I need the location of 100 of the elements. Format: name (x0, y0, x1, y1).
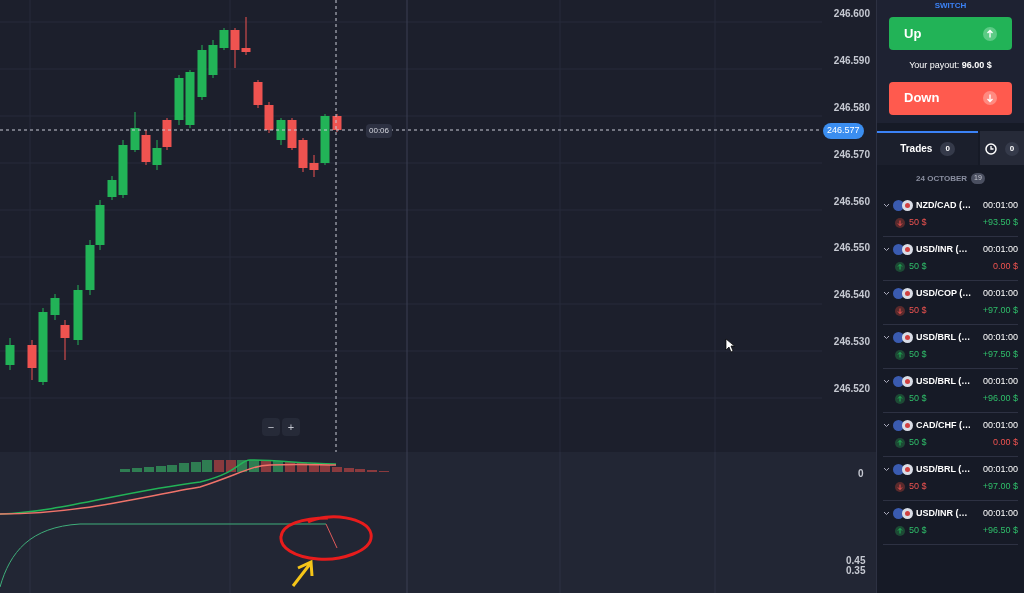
flag-pair-icon (893, 419, 913, 431)
pair-name: NZD/CAD (… (916, 198, 971, 212)
count-badge: 0 (1004, 141, 1020, 156)
trade-item[interactable]: CAD/CHF (… 00:01:00 50 $ 0.00 $ (883, 412, 1018, 457)
histogram-bar (202, 460, 212, 472)
trade-amount: 50 $ (909, 304, 927, 317)
down-arrow-icon (983, 91, 997, 105)
trade-amount: 50 $ (909, 524, 927, 537)
trade-amount: 50 $ (909, 216, 927, 229)
up-arrow-icon (983, 26, 997, 41)
clock-icon (984, 142, 997, 155)
chevron-down-icon (883, 510, 890, 516)
indicator-zero-label: 0 (858, 467, 864, 481)
candle (162, 117, 172, 151)
candle (253, 79, 263, 109)
candle (130, 111, 140, 153)
candle (174, 74, 184, 126)
candle (241, 16, 251, 56)
trade-item[interactable]: NZD/CAD (… 00:01:00 50 $ +93.50 $ (883, 192, 1018, 237)
chevron-down-icon (883, 290, 890, 296)
trade-duration: 00:01:00 (982, 462, 1018, 476)
trade-item[interactable]: USD/COP (… 00:01:00 50 $ +97.00 $ (883, 280, 1018, 325)
histogram-bar (237, 460, 247, 472)
histogram-bar (120, 469, 130, 472)
trade-amount: 50 $ (909, 436, 927, 449)
trade-amount: 50 $ (909, 348, 927, 361)
trade-result: 0.00 $ (992, 436, 1018, 449)
histogram-bar (273, 461, 283, 472)
candle (332, 113, 342, 133)
trade-item[interactable]: USD/BRL (… 00:01:00 50 $ +97.00 $ (883, 456, 1018, 501)
flag-pair-icon (893, 463, 913, 475)
histogram-bar (144, 467, 154, 472)
pair-name: CAD/CHF (… (916, 418, 971, 432)
switch-label[interactable]: SWITCH (934, 0, 967, 11)
trade-duration: 00:01:00 (982, 418, 1018, 432)
histogram-bar (285, 462, 295, 472)
trade-result: 0.00 $ (992, 260, 1018, 273)
indicator-scale-label: 0.45 (846, 556, 866, 566)
trade-duration: 00:01:00 (982, 242, 1018, 256)
trade-result: +93.50 $ (982, 216, 1018, 229)
flag-pair-icon (893, 331, 913, 343)
trade-item[interactable]: USD/BRL (… 00:01:00 50 $ +96.00 $ (883, 368, 1018, 413)
trade-result: +96.00 $ (982, 392, 1018, 405)
trade-result: +97.00 $ (982, 480, 1018, 493)
chevron-down-icon (883, 466, 890, 472)
histogram-bar (226, 460, 236, 472)
price-label: 246.590 (833, 53, 870, 68)
pair-name: USD/BRL (… (916, 462, 971, 476)
histogram-bar (332, 467, 342, 472)
histogram-bar (297, 463, 307, 472)
pair-name: USD/INR (… (916, 506, 968, 520)
price-label: 246.550 (833, 241, 870, 256)
histogram-bar (261, 461, 271, 472)
cursor-icon (725, 338, 735, 353)
candle (73, 284, 83, 346)
trade-item[interactable]: USD/INR (… 00:01:00 50 $ 0.00 $ (883, 236, 1018, 281)
histogram-bar (132, 468, 142, 472)
pair-name: USD/BRL (… (916, 330, 971, 344)
time-badge: 00:06 (366, 124, 393, 138)
candle (185, 69, 195, 129)
trade-amount: 50 $ (909, 260, 927, 273)
histogram-bar (214, 460, 224, 472)
trade-duration: 00:01:00 (982, 286, 1018, 300)
candle (152, 139, 162, 171)
pair-name: USD/INR (… (916, 242, 968, 256)
indicator-scale-label: 0.35 (846, 566, 866, 576)
pair-name: USD/BRL (… (916, 374, 971, 388)
trade-result: +97.50 $ (982, 348, 1018, 361)
price-label: 246.580 (833, 100, 870, 115)
candle (5, 337, 15, 371)
zoom-out-button[interactable]: − (262, 418, 280, 436)
histogram-bar (191, 462, 201, 472)
flag-pair-icon (893, 199, 913, 211)
chevron-down-icon (883, 202, 890, 208)
candle (95, 199, 105, 251)
candle (197, 44, 207, 101)
flag-pair-icon (893, 375, 913, 387)
trade-item[interactable]: USD/BRL (… 00:01:00 50 $ +97.50 $ (883, 324, 1018, 369)
trade-result: +96.50 $ (982, 524, 1018, 537)
price-label: 246.530 (833, 335, 870, 350)
chevron-down-icon (883, 378, 890, 384)
trade-amount: 50 $ (909, 480, 927, 493)
price-label: 246.560 (833, 194, 870, 209)
trade-duration: 00:01:00 (982, 330, 1018, 344)
candle (264, 101, 274, 134)
history-tab[interactable]: 0 (980, 130, 1024, 165)
zoom-in-button[interactable]: + (282, 418, 300, 436)
pair-name: USD/COP (… (916, 286, 972, 300)
trades-tab[interactable]: Trades 0 (877, 130, 978, 165)
flag-pair-icon (893, 507, 913, 519)
chevron-down-icon (883, 334, 890, 340)
trade-duration: 00:01:00 (982, 198, 1018, 212)
price-label: 246.540 (833, 288, 870, 303)
price-label: 246.570 (833, 147, 870, 162)
trade-result: +97.00 $ (982, 304, 1018, 317)
flag-pair-icon (893, 287, 913, 299)
candle (141, 129, 151, 166)
trade-amount: 50 $ (909, 392, 927, 405)
candle (276, 117, 286, 146)
trade-item[interactable]: USD/INR (… 00:01:00 50 $ +96.50 $ (883, 500, 1018, 545)
